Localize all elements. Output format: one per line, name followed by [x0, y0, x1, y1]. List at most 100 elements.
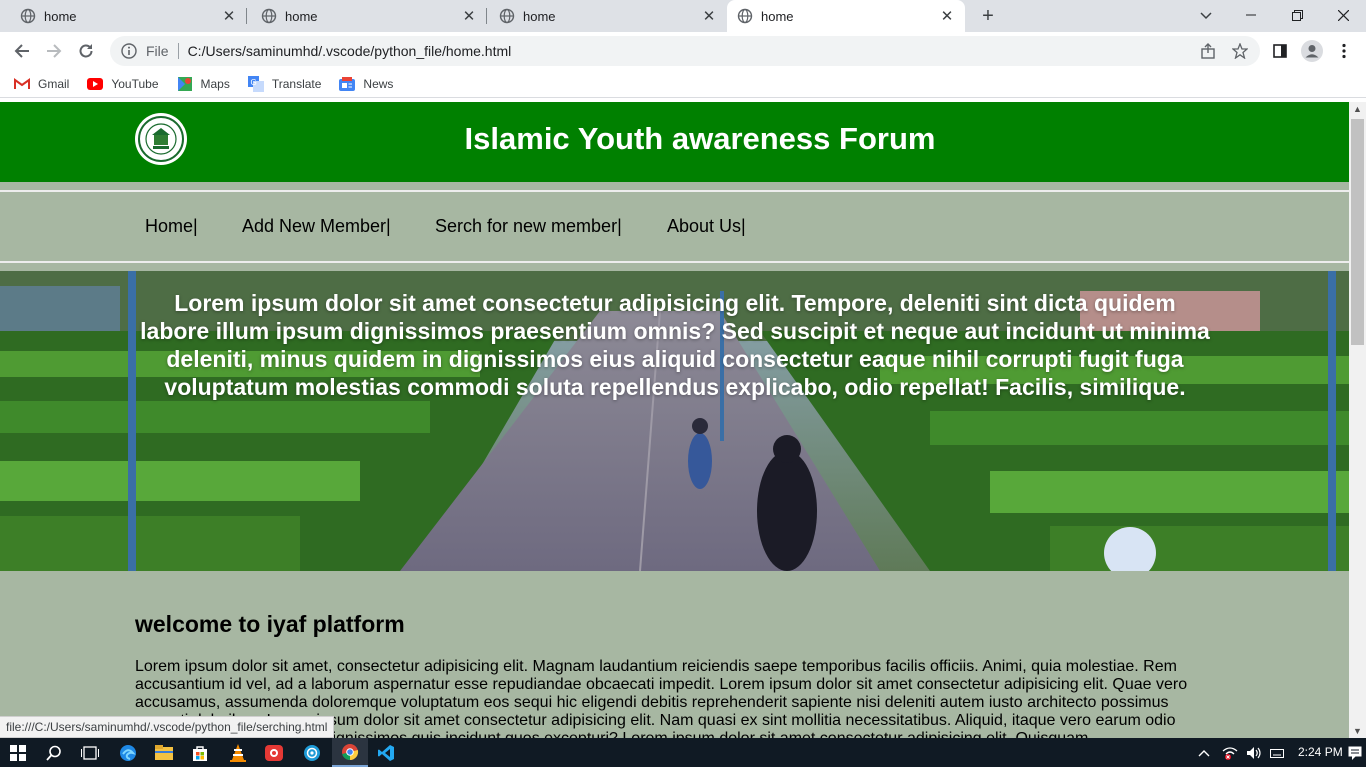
site-title: Islamic Youth awareness Forum — [464, 121, 936, 156]
vlc-app[interactable] — [220, 738, 256, 767]
globe-icon — [20, 8, 36, 24]
close-icon[interactable]: ✕ — [939, 8, 955, 25]
profile-button[interactable] — [1298, 37, 1326, 65]
camera-icon — [265, 744, 283, 761]
close-icon[interactable]: ✕ — [461, 8, 477, 25]
browser-tab-2[interactable]: home ✕ — [247, 0, 487, 32]
menu-button[interactable] — [1330, 37, 1358, 65]
store-bag-icon — [193, 745, 207, 761]
camera-app[interactable] — [256, 738, 292, 767]
tab-search-button[interactable] — [1194, 4, 1218, 28]
nav-add-new-member[interactable]: Add New Member| — [242, 216, 391, 237]
task-view-icon — [81, 745, 99, 760]
forward-button[interactable] — [40, 37, 68, 65]
search-icon — [46, 745, 61, 761]
reload-button[interactable] — [72, 37, 100, 65]
file-explorer-app[interactable] — [146, 738, 182, 767]
translate-icon: G — [247, 75, 264, 92]
start-button[interactable] — [0, 738, 36, 767]
bookmark-label: Maps — [200, 76, 230, 91]
more-vert-icon — [1342, 43, 1346, 59]
bookmark-news[interactable]: News — [339, 76, 393, 92]
bookmark-youtube[interactable]: YouTube — [87, 76, 159, 92]
side-panel-icon — [1273, 44, 1287, 58]
keyboard-icon — [1270, 748, 1284, 758]
tab-title: home — [761, 8, 794, 24]
maps-icon — [177, 76, 193, 92]
globe-icon — [261, 8, 277, 24]
minimize-button[interactable] — [1228, 0, 1274, 30]
bookmark-label: YouTube — [111, 76, 159, 91]
gmail-icon — [14, 76, 30, 92]
taskbar-clock[interactable]: 2:24 PM — [1298, 745, 1343, 759]
browser-tab-4-active[interactable]: home ✕ — [727, 0, 965, 32]
globe-icon — [737, 8, 753, 24]
notifications-button[interactable] — [1348, 738, 1362, 767]
bookmark-label: Translate — [271, 76, 322, 91]
close-icon[interactable]: ✕ — [701, 8, 717, 25]
back-button[interactable] — [8, 37, 36, 65]
url-text[interactable]: C:/Users/saminumhd/.vscode/python_file/h… — [188, 43, 512, 59]
close-icon — [1337, 9, 1349, 21]
vscode-icon — [378, 744, 394, 761]
store-app[interactable] — [182, 738, 218, 767]
input-indicator[interactable] — [1270, 738, 1284, 767]
page-viewport: Islamic Youth awareness Forum Home| Add … — [0, 102, 1349, 738]
browser-tab-1[interactable]: home ✕ — [0, 0, 247, 32]
bookmark-label: Gmail — [38, 76, 70, 91]
tab-title: home — [44, 8, 77, 24]
scroll-up-arrow-icon[interactable]: ▲ — [1353, 104, 1362, 114]
bookmark-gmail[interactable]: Gmail — [14, 76, 69, 92]
arrow-left-icon — [14, 44, 29, 58]
photos-icon — [304, 744, 320, 761]
browser-tab-3[interactable]: home ✕ — [487, 0, 727, 32]
notification-icon — [1348, 746, 1362, 760]
vlc-cone-icon — [230, 743, 246, 762]
welcome-heading: welcome to iyaf platform — [135, 611, 405, 637]
bookmark-translate[interactable]: G Translate — [247, 75, 322, 92]
tab-title: home — [523, 8, 556, 24]
edge-app[interactable] — [110, 738, 146, 767]
scroll-down-arrow-icon[interactable]: ▼ — [1353, 726, 1362, 736]
page-scrollbar[interactable]: ▲ ▼ — [1349, 102, 1366, 738]
close-window-button[interactable] — [1320, 0, 1366, 30]
arrow-right-icon — [47, 44, 62, 58]
windows-taskbar: 2:24 PM — [0, 738, 1366, 767]
volume-control[interactable] — [1246, 738, 1262, 767]
bookmark-star-icon[interactable] — [1228, 39, 1252, 63]
nav-home[interactable]: Home| — [145, 216, 198, 237]
restore-button[interactable] — [1274, 0, 1320, 30]
bookmark-maps[interactable]: Maps — [177, 76, 230, 92]
chevron-up-icon — [1198, 749, 1210, 756]
nav-search-member[interactable]: Serch for new member| — [435, 216, 622, 237]
chrome-app[interactable] — [332, 738, 368, 767]
chrome-icon — [342, 743, 359, 760]
volume-icon — [1247, 746, 1261, 759]
folder-icon — [155, 745, 173, 760]
link-status-bubble: file:///C:/Users/saminumhd/.vscode/pytho… — [0, 716, 335, 738]
side-panel-button[interactable] — [1266, 37, 1294, 65]
avatar — [1301, 40, 1323, 62]
wifi-disconnected-icon — [1222, 746, 1238, 760]
bookmark-label: News — [363, 76, 394, 91]
site-header: Islamic Youth awareness Forum — [0, 102, 1349, 182]
hero-banner: Lorem ipsum dolor sit amet consectetur a… — [0, 271, 1349, 571]
tray-chevron[interactable] — [1198, 738, 1210, 767]
new-tab-button[interactable]: + — [976, 4, 1000, 28]
close-icon[interactable]: ✕ — [221, 8, 237, 25]
windows-logo-icon — [10, 744, 26, 761]
network-status[interactable] — [1222, 738, 1238, 767]
tab-strip: home ✕ home ✕ home ✕ home ✕ + — [0, 0, 1366, 32]
browser-toolbar: File C:/Users/saminumhd/.vscode/python_f… — [0, 32, 1366, 70]
task-view-button[interactable] — [72, 738, 108, 767]
scroll-thumb[interactable] — [1351, 119, 1364, 345]
site-nav: Home| Add New Member| Serch for new memb… — [0, 190, 1349, 263]
vscode-app[interactable] — [368, 738, 404, 767]
share-icon[interactable] — [1196, 39, 1220, 63]
nav-about-us[interactable]: About Us| — [667, 216, 746, 237]
search-button[interactable] — [36, 738, 72, 767]
info-icon[interactable] — [120, 42, 138, 60]
news-icon — [339, 76, 356, 92]
address-bar[interactable]: File C:/Users/saminumhd/.vscode/python_f… — [110, 36, 1260, 66]
photos-app[interactable] — [294, 738, 330, 767]
